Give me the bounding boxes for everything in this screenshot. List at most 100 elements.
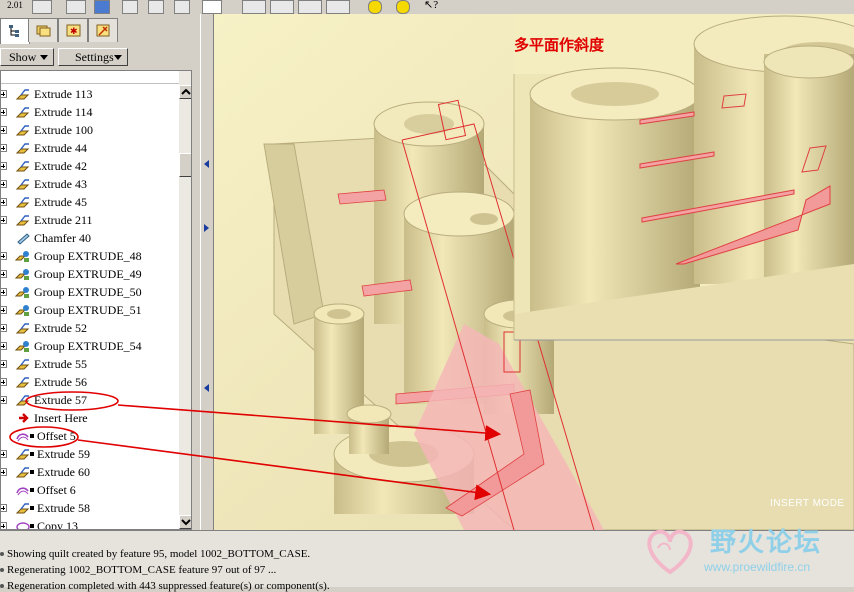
expand-plus-icon[interactable] bbox=[1, 126, 7, 134]
folder-tab[interactable] bbox=[28, 18, 58, 42]
collapse-arrow-icon-2[interactable] bbox=[204, 384, 209, 392]
tree-item-offset-5[interactable]: Offset 5 bbox=[1, 427, 179, 445]
datum-plane-icon[interactable] bbox=[242, 0, 266, 14]
favorites-tab[interactable]: ✱ bbox=[58, 18, 88, 42]
chevron-up-icon bbox=[181, 88, 191, 95]
smile-icon[interactable] bbox=[368, 0, 382, 14]
tree-item-offset-6[interactable]: Offset 6 bbox=[1, 481, 179, 499]
tree-item-label: Extrude 44 bbox=[34, 141, 87, 155]
extrude-icon bbox=[15, 159, 31, 173]
expand-plus-icon[interactable] bbox=[1, 450, 7, 458]
expand-plus-icon[interactable] bbox=[1, 522, 7, 529]
bullet-icon bbox=[0, 584, 4, 589]
tree-item-extrude-56[interactable]: Extrude 56 bbox=[1, 373, 179, 391]
model-tree-tab[interactable] bbox=[0, 18, 30, 44]
chevron-down-icon bbox=[181, 519, 191, 526]
help-cursor-icon[interactable]: ↖? bbox=[424, 0, 438, 12]
tree-item-extrude-52[interactable]: Extrude 52 bbox=[1, 319, 179, 337]
scroll-thumb[interactable] bbox=[179, 153, 191, 177]
expand-plus-icon[interactable] bbox=[1, 162, 7, 170]
tree-item-label: Group EXTRUDE_51 bbox=[34, 303, 142, 317]
smile-icon-2[interactable] bbox=[396, 0, 410, 14]
expand-plus-icon[interactable] bbox=[1, 396, 7, 404]
tree-item-extrude-114[interactable]: Extrude 114 bbox=[1, 103, 179, 121]
tree-item-chamfer-40[interactable]: Chamfer 40 bbox=[1, 229, 179, 247]
expand-plus-icon[interactable] bbox=[1, 216, 7, 224]
box-view-icon[interactable] bbox=[122, 0, 138, 14]
tree-item-group-extrude-49[interactable]: Group EXTRUDE_49 bbox=[1, 265, 179, 283]
tree-item-extrude-60[interactable]: Extrude 60 bbox=[1, 463, 179, 481]
tree-item-extrude-58[interactable]: Extrude 58 bbox=[1, 499, 179, 517]
zoom-inset bbox=[513, 14, 854, 341]
box-view-icon-3[interactable] bbox=[174, 0, 190, 14]
cube-icon[interactable] bbox=[66, 0, 86, 14]
tools-tab[interactable] bbox=[88, 18, 118, 42]
expand-plus-icon[interactable] bbox=[1, 306, 7, 314]
expand-plus-icon[interactable] bbox=[1, 342, 7, 350]
expand-plus-icon[interactable] bbox=[1, 324, 7, 332]
tree-item-extrude-211[interactable]: Extrude 211 bbox=[1, 211, 179, 229]
group-icon bbox=[14, 249, 31, 263]
box-view-icon-2[interactable] bbox=[148, 0, 164, 14]
tree-item-extrude-44[interactable]: Extrude 44 bbox=[1, 139, 179, 157]
saved-view-icon[interactable] bbox=[202, 0, 222, 14]
annotation-label: 多平面作斜度 bbox=[514, 36, 605, 54]
tree-item-label: Extrude 43 bbox=[34, 177, 87, 191]
expand-plus-icon[interactable] bbox=[1, 252, 7, 260]
tree-item-group-extrude-48[interactable]: Group EXTRUDE_48 bbox=[1, 247, 179, 265]
message-text: Showing quilt created by feature 95, mod… bbox=[7, 548, 311, 560]
version-icon[interactable]: 2.01 bbox=[4, 0, 26, 12]
expand-plus-icon[interactable] bbox=[1, 270, 7, 278]
scroll-up-button[interactable] bbox=[179, 85, 191, 99]
extrude-icon bbox=[15, 195, 31, 209]
tree-item-extrude-57[interactable]: Extrude 57 bbox=[1, 391, 179, 409]
expand-plus-icon[interactable] bbox=[1, 288, 7, 296]
tree-item-insert-here[interactable]: Insert Here bbox=[1, 409, 179, 427]
expand-plus-icon[interactable] bbox=[1, 90, 7, 98]
svg-text:✱: ✱ bbox=[70, 26, 78, 36]
tree-item-extrude-59[interactable]: Extrude 59 bbox=[1, 445, 179, 463]
tree-item-extrude-113[interactable]: Extrude 113 bbox=[1, 85, 179, 103]
datum-axis-icon[interactable] bbox=[270, 0, 294, 14]
tree-item-copy-13[interactable]: Copy 13 bbox=[1, 517, 179, 529]
expand-plus-icon[interactable] bbox=[1, 180, 7, 188]
datum-point-icon[interactable] bbox=[298, 0, 322, 14]
mode-indicator: INSERT MODE bbox=[770, 498, 845, 509]
tree-item-group-extrude-54[interactable]: Group EXTRUDE_54 bbox=[1, 337, 179, 355]
tree-item-extrude-45[interactable]: Extrude 45 bbox=[1, 193, 179, 211]
regen-icon[interactable] bbox=[32, 0, 52, 14]
tree-item-label: Extrude 57 bbox=[34, 393, 87, 407]
tree-item-group-extrude-50[interactable]: Group EXTRUDE_50 bbox=[1, 283, 179, 301]
expand-plus-icon[interactable] bbox=[1, 378, 7, 386]
expand-plus-icon[interactable] bbox=[1, 144, 7, 152]
tree-item-extrude-55[interactable]: Extrude 55 bbox=[1, 355, 179, 373]
tree-item-extrude-43[interactable]: Extrude 43 bbox=[1, 175, 179, 193]
expand-plus-icon[interactable] bbox=[1, 468, 7, 476]
tree-item-label: Extrude 59 bbox=[37, 447, 90, 461]
panel-splitter[interactable] bbox=[200, 14, 214, 530]
show-button[interactable]: Show bbox=[0, 48, 54, 66]
color-icon[interactable] bbox=[94, 0, 110, 14]
tree-item-label: Extrude 113 bbox=[34, 87, 93, 101]
expand-plus-icon[interactable] bbox=[1, 108, 7, 116]
group-icon bbox=[14, 339, 31, 353]
expand-plus-icon[interactable] bbox=[1, 360, 7, 368]
scroll-down-button[interactable] bbox=[179, 515, 191, 529]
settings-button[interactable]: Settings bbox=[58, 48, 128, 66]
expand-arrow-icon[interactable] bbox=[204, 224, 209, 232]
model-tree[interactable]: Extrude 113 Extrude 114 Extrude 100 Extrude… bbox=[0, 70, 192, 530]
datum-csys-icon[interactable] bbox=[326, 0, 350, 14]
tree-scrollbar[interactable] bbox=[179, 71, 191, 529]
expand-plus-icon[interactable] bbox=[1, 504, 7, 512]
collapse-arrow-icon[interactable] bbox=[204, 160, 209, 168]
bullet-icon bbox=[0, 568, 4, 573]
tree-item-label: Extrude 56 bbox=[34, 375, 87, 389]
expand-plus-icon[interactable] bbox=[1, 198, 7, 206]
tree-item-label: Group EXTRUDE_50 bbox=[34, 285, 142, 299]
tree-item-group-extrude-51[interactable]: Group EXTRUDE_51 bbox=[1, 301, 179, 319]
chevron-down-icon bbox=[114, 55, 122, 60]
tree-item-extrude-100[interactable]: Extrude 100 bbox=[1, 121, 179, 139]
tree-item-extrude-42[interactable]: Extrude 42 bbox=[1, 157, 179, 175]
graphics-window[interactable]: 多平面作斜度 INSERT MODE bbox=[214, 14, 854, 530]
message-text: Regenerating 1002_BOTTOM_CASE feature 97… bbox=[7, 564, 277, 576]
